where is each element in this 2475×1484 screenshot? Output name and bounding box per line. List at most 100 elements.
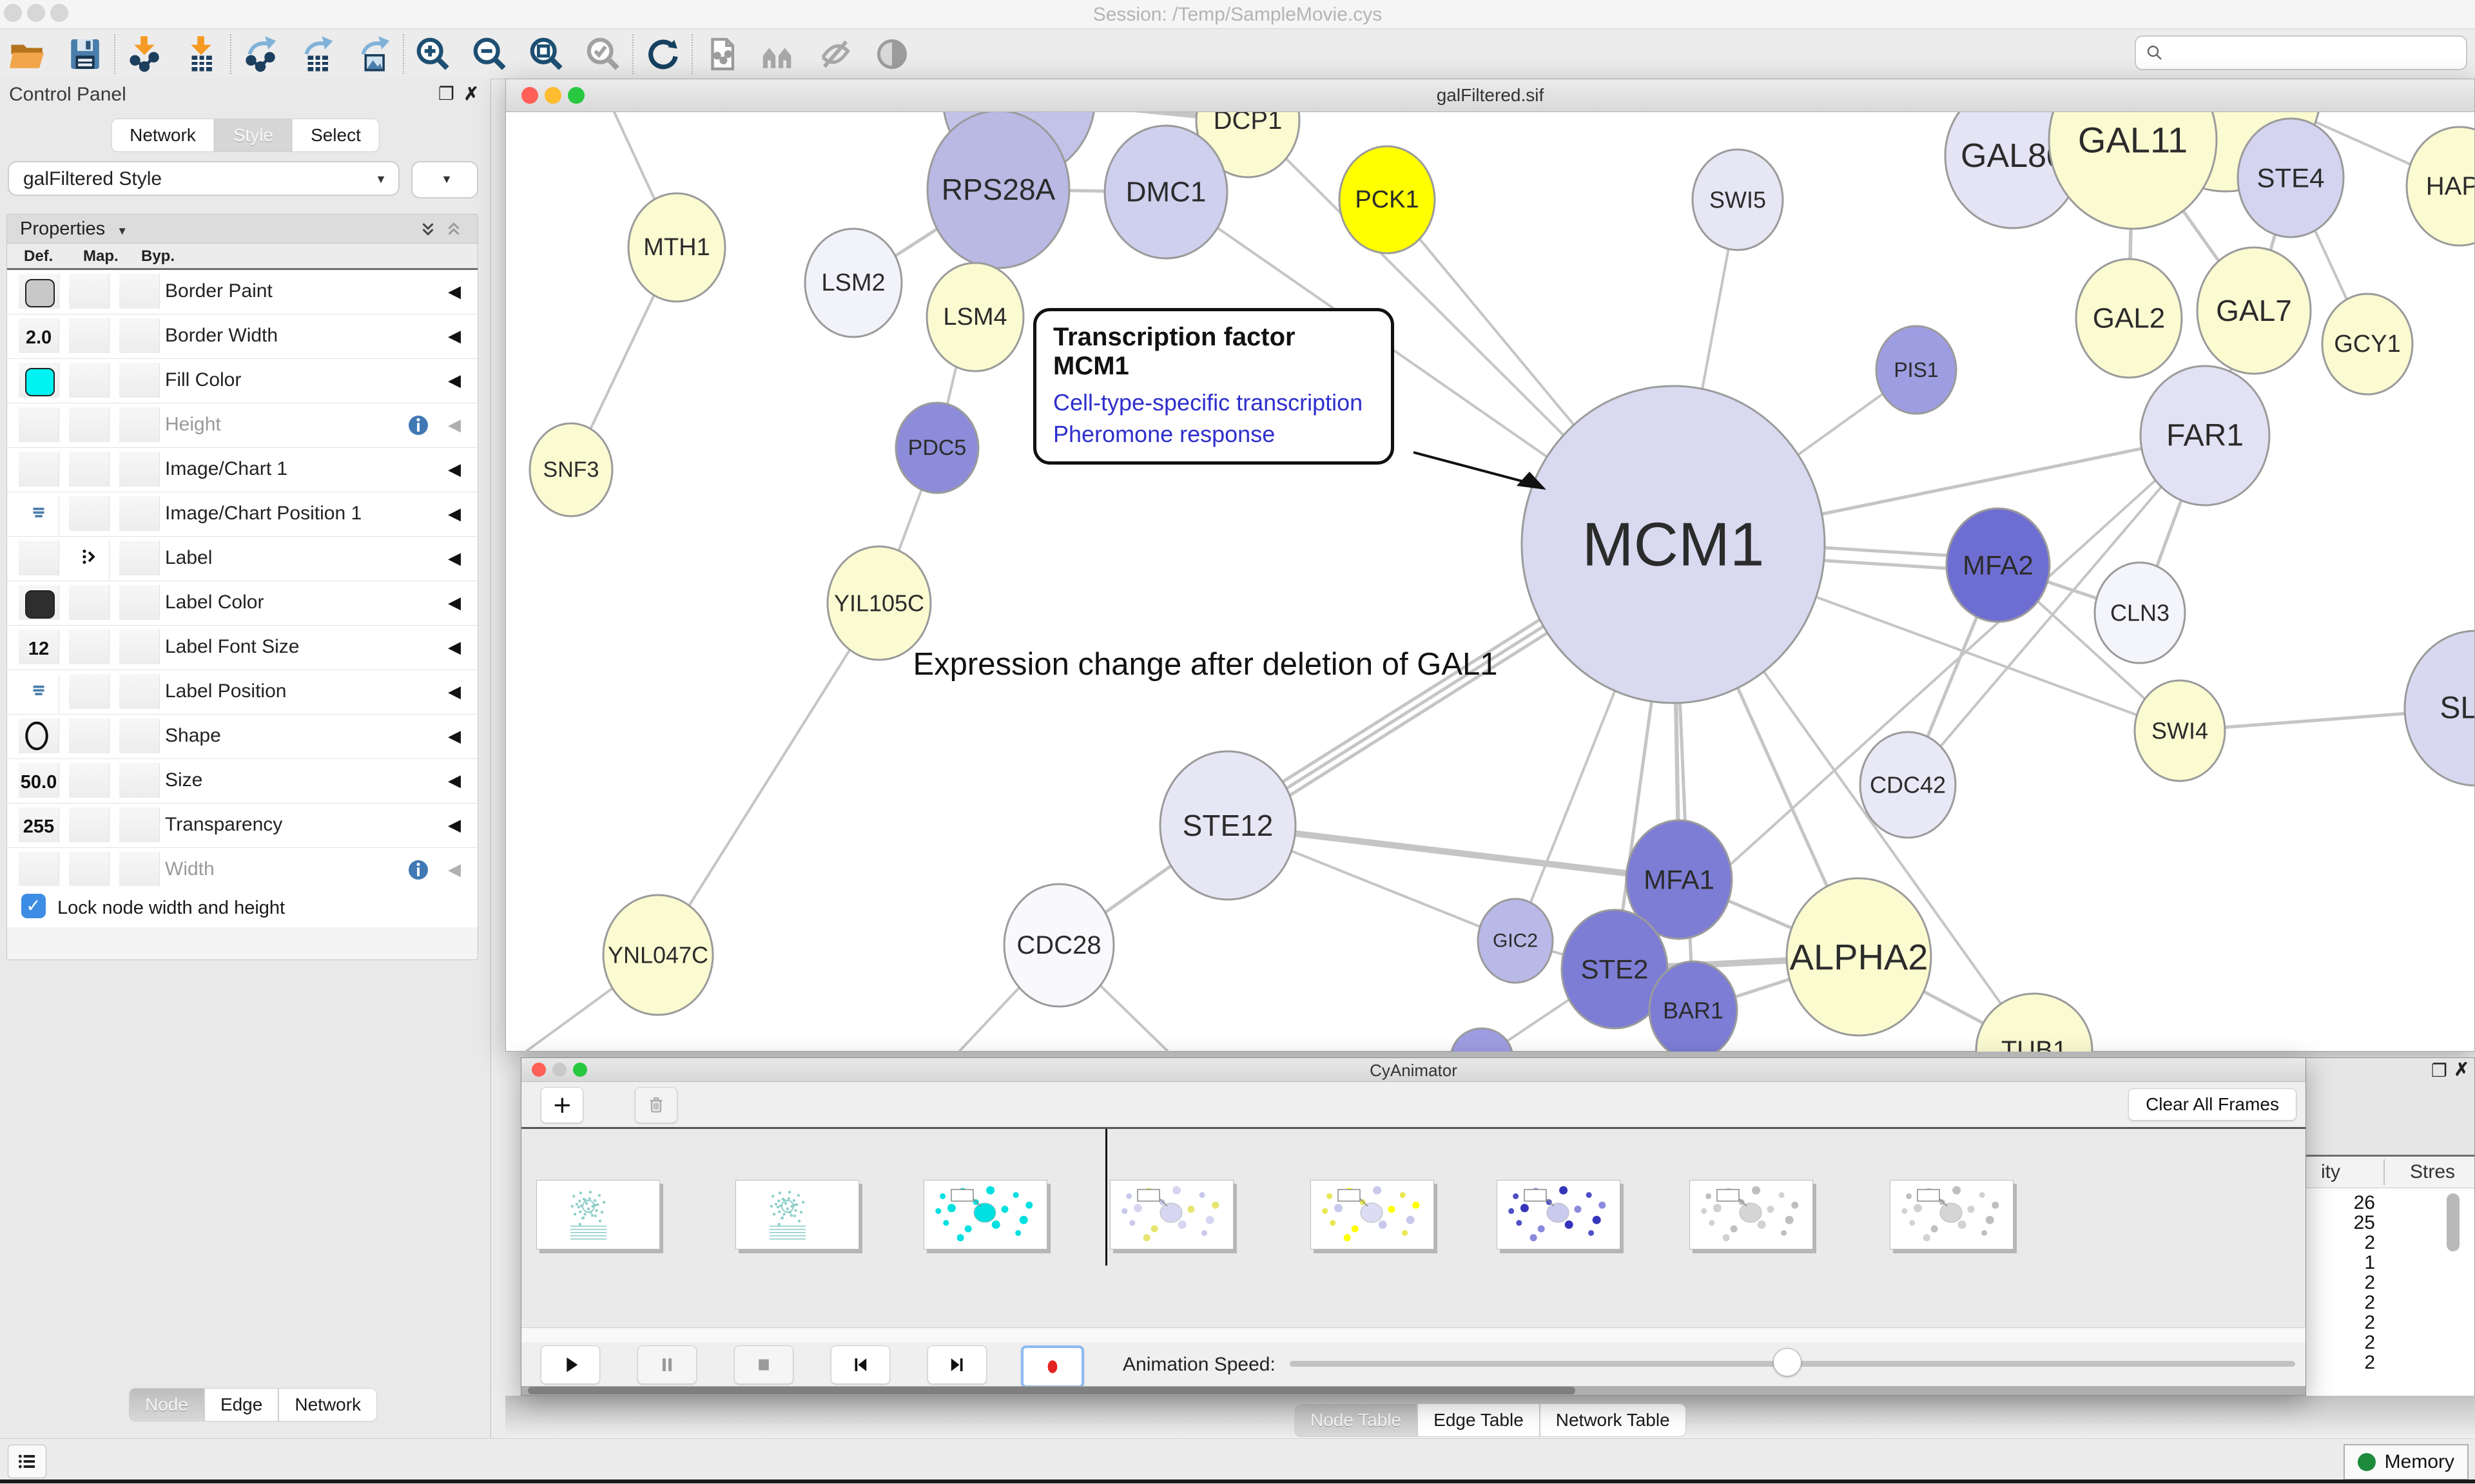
bypass-cell[interactable]	[119, 407, 160, 442]
expand-property-icon[interactable]: ◀	[448, 637, 461, 657]
frame-thumbnail-6[interactable]	[1497, 1180, 1620, 1249]
node-SLT2[interactable]: SLT2	[2405, 631, 2474, 785]
mapping-cell[interactable]	[69, 674, 110, 709]
column-header-2[interactable]: Stres	[2410, 1161, 2455, 1183]
property-row-label-color[interactable]: Label Color◀	[7, 581, 478, 626]
node-FAR1[interactable]: FAR1	[2140, 366, 2269, 505]
expand-property-icon[interactable]: ◀	[448, 282, 461, 302]
default-value-cell[interactable]: 50.0	[19, 763, 59, 798]
stop-button[interactable]	[734, 1345, 793, 1384]
node-TUB1[interactable]: TUB1	[1976, 994, 2092, 1052]
tab-network[interactable]: Network	[111, 119, 215, 152]
frame-thumbnail-7[interactable]	[1689, 1180, 1813, 1249]
expand-property-icon[interactable]: ◀	[448, 771, 461, 791]
expand-property-icon[interactable]: ◀	[448, 326, 461, 346]
zoom-out-button[interactable]	[461, 32, 518, 77]
node-RPS28A[interactable]: RPS28A	[927, 112, 1069, 268]
node-STE12[interactable]: STE12	[1160, 751, 1296, 900]
mapping-cell[interactable]	[69, 630, 110, 664]
style-selector[interactable]: galFiltered Style ▼	[8, 161, 400, 196]
node-PDC5[interactable]: PDC5	[896, 403, 978, 493]
bypass-cell[interactable]	[119, 585, 160, 620]
import-table-button[interactable]	[173, 32, 229, 77]
edge-YIL105C-YNL047C[interactable]	[658, 603, 879, 955]
table-cell[interactable]: 2	[2311, 1352, 2375, 1374]
expand-property-icon[interactable]: ◀	[448, 682, 461, 702]
default-value-cell[interactable]	[19, 718, 59, 753]
property-row-label-font-size[interactable]: 12Label Font Size◀	[7, 626, 478, 670]
record-button[interactable]	[1021, 1345, 1084, 1388]
hide-details-button[interactable]	[807, 32, 864, 77]
node-CDC42[interactable]: CDC42	[1860, 732, 1956, 838]
zoom-in-button[interactable]	[405, 32, 461, 77]
table-cell[interactable]: 1	[2311, 1252, 2375, 1274]
color-swatch[interactable]	[25, 368, 55, 396]
mapping-cell[interactable]	[69, 852, 110, 887]
property-row-border-paint[interactable]: Border Paint◀	[7, 270, 478, 314]
frame-thumbnail-1[interactable]	[536, 1180, 660, 1249]
tab-select[interactable]: Select	[292, 119, 380, 152]
table-cell[interactable]: 2	[2311, 1332, 2375, 1354]
node-LSM4[interactable]: LSM4	[927, 263, 1024, 371]
bypass-cell[interactable]	[119, 718, 160, 753]
node-CLN3[interactable]: CLN3	[2095, 563, 2185, 663]
default-value-cell[interactable]	[19, 407, 59, 442]
mapping-cell[interactable]	[69, 318, 110, 353]
node-GAL7[interactable]: GAL7	[2197, 247, 2311, 374]
network-snapshot-button[interactable]	[694, 32, 750, 77]
cyanimator-titlebar[interactable]: CyAnimator	[521, 1058, 2305, 1082]
table-cell[interactable]: 2	[2311, 1312, 2375, 1334]
table-cell[interactable]: 26	[2311, 1192, 2375, 1214]
mapping-cell[interactable]	[69, 363, 110, 398]
node-YIL105C[interactable]: YIL105C	[828, 546, 931, 660]
default-value-cell[interactable]	[19, 852, 59, 887]
frame-thumbnail-2[interactable]	[735, 1180, 859, 1249]
mapping-cell[interactable]	[69, 541, 110, 581]
tab-network-table[interactable]: Network Table	[1540, 1403, 1686, 1437]
node-CDC28[interactable]: CDC28	[1004, 884, 1114, 1007]
close-panel-icon[interactable]: ✗	[464, 85, 479, 103]
table-cell[interactable]: 25	[2311, 1212, 2375, 1234]
default-value-cell[interactable]	[19, 585, 59, 620]
property-row-size[interactable]: 50.0Size◀	[7, 759, 478, 804]
float-panel-icon[interactable]: ❐	[438, 85, 454, 103]
node-MFA2[interactable]: MFA2	[1946, 508, 2050, 622]
default-value-cell[interactable]	[19, 496, 59, 536]
color-swatch[interactable]	[25, 590, 55, 619]
default-value-cell[interactable]: 12	[19, 630, 59, 664]
bypass-cell[interactable]	[119, 452, 160, 487]
node-DMC1[interactable]: DMC1	[1105, 126, 1227, 258]
clear-all-frames-button[interactable]: Clear All Frames	[2128, 1088, 2296, 1121]
expand-property-icon[interactable]: ◀	[448, 548, 461, 568]
mapping-cell[interactable]	[69, 496, 110, 531]
node-GCY1[interactable]: GCY1	[2322, 294, 2412, 394]
node-b1[interactable]	[1451, 1028, 1513, 1052]
memory-button[interactable]: Memory	[2344, 1444, 2469, 1480]
panel-tab-node[interactable]: Node	[129, 1388, 204, 1421]
property-row-transparency[interactable]: 255Transparency◀	[7, 804, 478, 848]
info-icon[interactable]	[407, 414, 430, 437]
mapping-cell[interactable]	[69, 274, 110, 309]
expand-all-icon[interactable]	[418, 220, 438, 239]
property-row-border-width[interactable]: 2.0Border Width◀	[7, 314, 478, 359]
property-row-label[interactable]: Label◀	[7, 537, 478, 581]
node-YNL047C[interactable]: YNL047C	[603, 895, 713, 1015]
frame-thumbnail-4[interactable]	[1110, 1180, 1234, 1249]
export-image-button[interactable]	[345, 32, 402, 77]
default-value-cell[interactable]	[19, 674, 59, 714]
pause-button[interactable]	[637, 1345, 697, 1384]
node-STE4[interactable]: STE4	[2238, 119, 2344, 237]
table-cell[interactable]: 2	[2311, 1232, 2375, 1254]
node-MCM1[interactable]: MCM1	[1522, 386, 1825, 703]
node-HAP2[interactable]: HAP2	[2407, 127, 2474, 246]
mapping-cell[interactable]	[69, 718, 110, 753]
skip-start-button[interactable]	[831, 1345, 890, 1384]
annotation-box[interactable]: Transcription factor MCM1 Cell-type-spec…	[1033, 308, 1394, 465]
expand-property-icon[interactable]: ◀	[448, 860, 461, 880]
node-ALPHA2[interactable]: ALPHA2	[1787, 878, 1931, 1036]
bypass-cell[interactable]	[119, 674, 160, 709]
annotation-link-1[interactable]: Cell-type-specific transcription	[1053, 387, 1374, 419]
close-panel-icon[interactable]: ✗	[2454, 1061, 2469, 1079]
first-neighbors-button[interactable]	[750, 32, 807, 77]
bypass-cell[interactable]	[119, 274, 160, 309]
